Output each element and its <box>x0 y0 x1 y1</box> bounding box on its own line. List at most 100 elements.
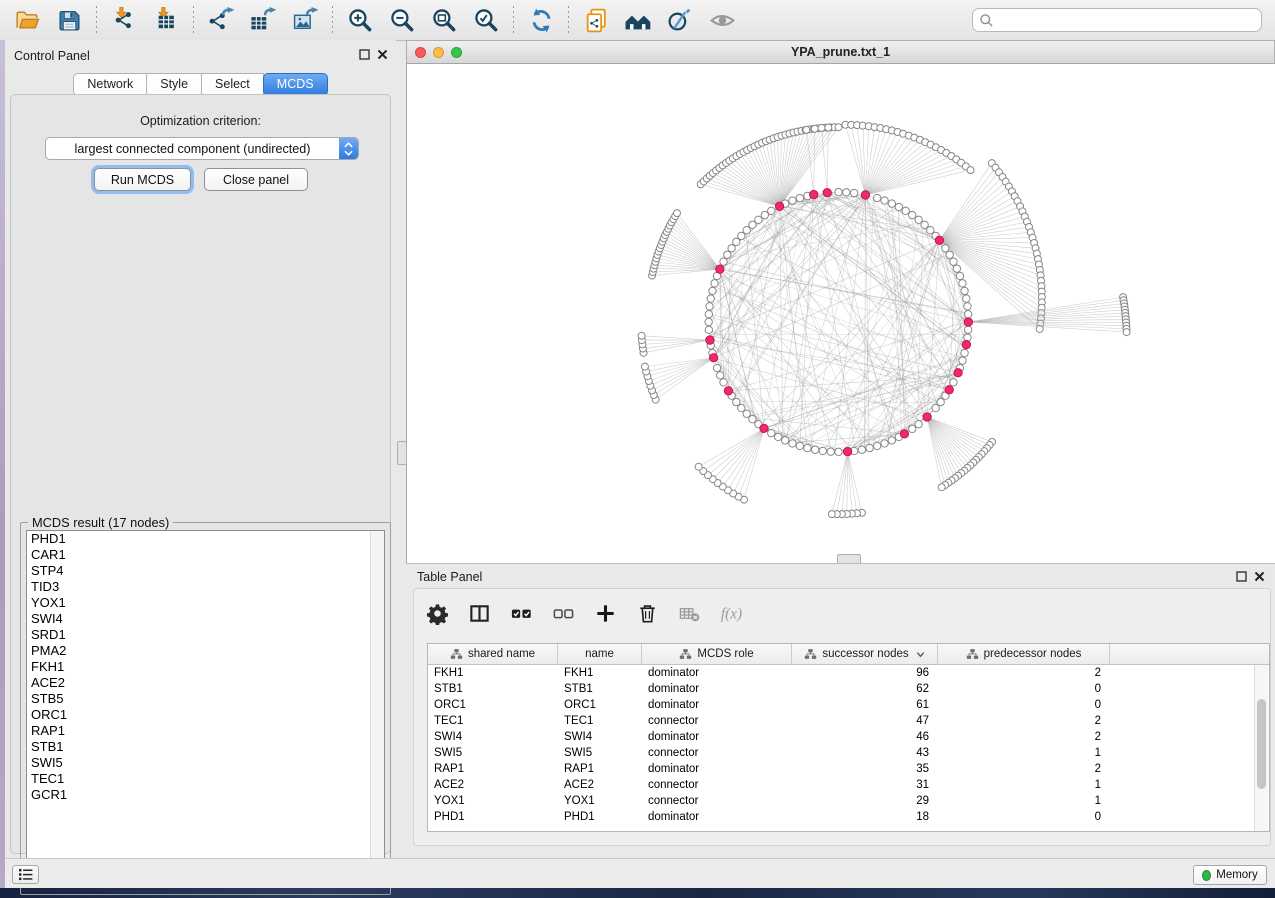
table-row[interactable]: PHD1PHD1dominator180 <box>428 809 1269 825</box>
table-cell: ORC1 <box>428 699 558 711</box>
open-folder-button[interactable] <box>10 4 44 36</box>
mcds-result-item[interactable]: SWI5 <box>27 755 384 771</box>
table-cell: 96 <box>792 667 938 679</box>
export-network-button[interactable] <box>204 4 238 36</box>
tab-mcds[interactable]: MCDS <box>263 73 328 96</box>
column-header-shared-name[interactable]: shared name <box>428 644 558 664</box>
mcds-result-item[interactable]: TID3 <box>27 579 384 595</box>
mcds-result-item[interactable]: PHD1 <box>27 531 384 547</box>
close-panel-icon[interactable] <box>377 49 388 60</box>
import-table-button[interactable] <box>149 4 183 36</box>
table-row[interactable]: ORC1ORC1dominator610 <box>428 697 1269 713</box>
mcds-result-item[interactable]: SWI4 <box>27 611 384 627</box>
houses-button[interactable] <box>621 4 655 36</box>
table-panel: Table Panel f(x) shared namenameMCDS rol… <box>406 563 1275 858</box>
toolbar-separator <box>96 6 97 34</box>
mcds-result-item[interactable]: STB1 <box>27 739 384 755</box>
mcds-result-item[interactable]: FKH1 <box>27 659 384 675</box>
column-header-predecessor-nodes[interactable]: predecessor nodes <box>938 644 1110 664</box>
zoom-fit-button[interactable] <box>427 4 461 36</box>
delete-button[interactable] <box>634 600 660 626</box>
table-scrollbar-thumb[interactable] <box>1257 699 1266 789</box>
table-card: f(x) shared namenameMCDS rolesuccessor n… <box>413 588 1271 846</box>
table-row[interactable]: STB1STB1dominator620 <box>428 681 1269 697</box>
search-box[interactable] <box>972 8 1262 32</box>
column-header-MCDS-role[interactable]: MCDS role <box>642 644 792 664</box>
export-table-button[interactable] <box>246 4 280 36</box>
table-row[interactable]: SWI4SWI4dominator462 <box>428 729 1269 745</box>
table-row[interactable]: FKH1FKH1dominator962 <box>428 665 1269 681</box>
table-row[interactable]: ACE2ACE2connector311 <box>428 777 1269 793</box>
network-graph[interactable] <box>407 64 1275 563</box>
close-panel-button[interactable]: Close panel <box>204 168 308 191</box>
clone-network-button[interactable] <box>579 4 613 36</box>
network-window-title: YPA_prune.txt_1 <box>407 45 1274 59</box>
table-row[interactable]: TEC1TEC1connector472 <box>428 713 1269 729</box>
gear-button[interactable] <box>424 600 450 626</box>
toolbar-separator <box>568 6 569 34</box>
toolbar-separator <box>513 6 514 34</box>
control-panel-title: Control Panel <box>14 49 90 63</box>
table-cell: ORC1 <box>558 699 642 711</box>
optimization-criterion-select[interactable]: largest connected component (undirected) <box>45 137 359 160</box>
mcds-result-item[interactable]: GCR1 <box>27 787 384 803</box>
mcds-result-item[interactable]: YOX1 <box>27 595 384 611</box>
node-table[interactable]: shared namenameMCDS rolesuccessor nodesp… <box>427 643 1270 832</box>
mcds-result-item[interactable]: STB5 <box>27 691 384 707</box>
deselect-all-button[interactable] <box>550 600 576 626</box>
close-panel-icon[interactable] <box>1254 571 1265 582</box>
table-row[interactable]: RAP1RAP1dominator352 <box>428 761 1269 777</box>
tab-network[interactable]: Network <box>73 73 147 96</box>
column-header-name[interactable]: name <box>558 644 642 664</box>
zoom-in-icon <box>347 7 374 34</box>
toolbar-search-input[interactable] <box>998 12 1255 28</box>
memory-button[interactable]: Memory <box>1193 865 1267 885</box>
save-button[interactable] <box>52 4 86 36</box>
mcds-result-item[interactable]: STP4 <box>27 563 384 579</box>
eye-button[interactable] <box>705 4 739 36</box>
zoom-in-button[interactable] <box>343 4 377 36</box>
table-cell: dominator <box>642 811 792 823</box>
mcds-result-item[interactable]: SRD1 <box>27 627 384 643</box>
delete-table-icon <box>678 602 701 625</box>
table-cell: dominator <box>642 731 792 743</box>
table-cell: dominator <box>642 667 792 679</box>
add-button[interactable] <box>592 600 618 626</box>
mcds-result-item[interactable]: ACE2 <box>27 675 384 691</box>
table-cell: 29 <box>792 795 938 807</box>
mcds-result-item[interactable]: RAP1 <box>27 723 384 739</box>
mcds-result-list[interactable]: PHD1CAR1STP4TID3YOX1SWI4SRD1PMA2FKH1ACE2… <box>26 530 385 888</box>
network-canvas[interactable] <box>406 64 1275 563</box>
split-panel-button[interactable] <box>466 600 492 626</box>
column-header-successor-nodes[interactable]: successor nodes <box>792 644 938 664</box>
crossed-eye-button[interactable] <box>663 4 697 36</box>
table-cell: YOX1 <box>428 795 558 807</box>
select-all-button[interactable] <box>508 600 534 626</box>
tab-style[interactable]: Style <box>147 73 202 96</box>
column-type-icon <box>450 648 463 661</box>
table-cell: dominator <box>642 683 792 695</box>
vertical-splitter-handle[interactable] <box>397 441 407 465</box>
task-history-button[interactable] <box>12 865 39 884</box>
add-icon <box>594 602 617 625</box>
tab-select[interactable]: Select <box>202 73 264 96</box>
network-window-titlebar[interactable]: YPA_prune.txt_1 <box>406 40 1275 64</box>
mcds-list-scrollbar[interactable] <box>370 531 384 887</box>
memory-status-icon <box>1202 870 1211 881</box>
run-mcds-button[interactable]: Run MCDS <box>94 168 191 191</box>
table-cell: FKH1 <box>558 667 642 679</box>
export-image-button[interactable] <box>288 4 322 36</box>
table-row[interactable]: YOX1YOX1connector291 <box>428 793 1269 809</box>
mcds-result-item[interactable]: CAR1 <box>27 547 384 563</box>
import-network-button[interactable] <box>107 4 141 36</box>
float-window-icon[interactable] <box>1236 571 1247 582</box>
zoom-out-button[interactable] <box>385 4 419 36</box>
table-scrollbar[interactable] <box>1254 665 1268 831</box>
zoom-selected-button[interactable] <box>469 4 503 36</box>
mcds-result-item[interactable]: PMA2 <box>27 643 384 659</box>
float-window-icon[interactable] <box>359 49 370 60</box>
mcds-result-item[interactable]: ORC1 <box>27 707 384 723</box>
mcds-result-item[interactable]: TEC1 <box>27 771 384 787</box>
refresh-button[interactable] <box>524 4 558 36</box>
table-row[interactable]: SWI5SWI5connector431 <box>428 745 1269 761</box>
